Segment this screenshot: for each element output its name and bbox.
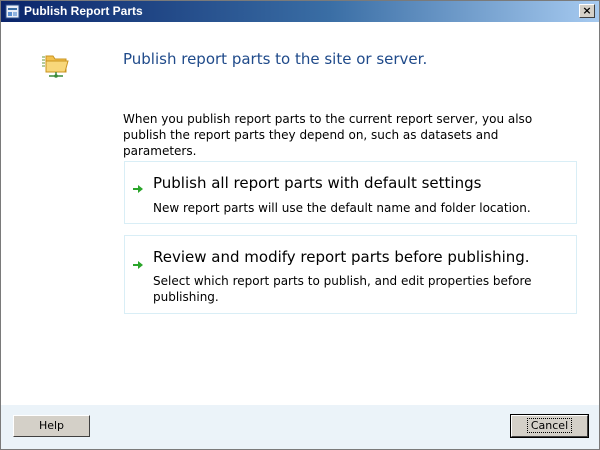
report-builder-icon xyxy=(5,4,20,19)
review-modify-option[interactable]: Review and modify report parts before pu… xyxy=(124,235,577,314)
publish-default-description: New report parts will use the default na… xyxy=(153,201,531,215)
page-heading: Publish report parts to the site or serv… xyxy=(123,50,428,68)
publish-default-option[interactable]: Publish all report parts with default se… xyxy=(124,161,577,224)
cancel-button-label: Cancel xyxy=(526,418,573,433)
review-modify-description: Select which report parts to publish, an… xyxy=(153,274,532,304)
network-folder-icon xyxy=(42,55,69,78)
publish-default-title: Publish all report parts with default se… xyxy=(153,174,482,192)
intro-text: When you publish report parts to the cur… xyxy=(123,112,533,158)
window-title: Publish Report Parts xyxy=(24,4,143,18)
publish-report-parts-dialog: Publish Report Parts × Publish report pa… xyxy=(0,0,600,450)
close-button[interactable]: × xyxy=(579,4,595,18)
close-icon: × xyxy=(582,4,592,17)
help-button[interactable]: Help xyxy=(13,415,90,437)
dialog-footer: Help Cancel xyxy=(1,405,599,449)
review-modify-title: Review and modify report parts before pu… xyxy=(153,248,530,266)
title-bar[interactable]: Publish Report Parts × xyxy=(1,1,599,22)
green-arrow-icon xyxy=(133,261,143,269)
cancel-button[interactable]: Cancel xyxy=(510,414,589,438)
green-arrow-icon xyxy=(133,185,143,193)
dialog-content: Publish report parts to the site or serv… xyxy=(1,22,599,402)
